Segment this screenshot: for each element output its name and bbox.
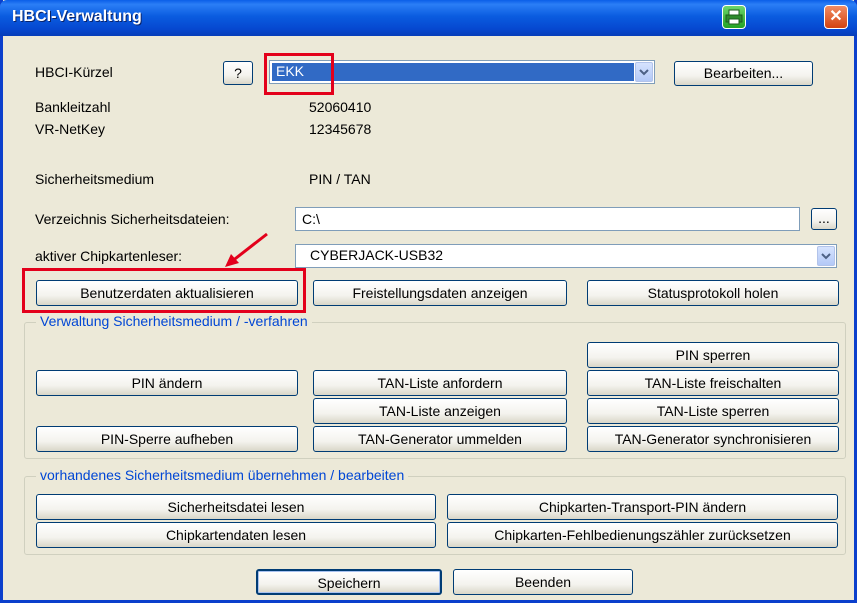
medium-value: PIN / TAN	[309, 171, 371, 187]
kuerzel-label: HBCI-Kürzel	[35, 64, 113, 80]
reset-error-counter-button[interactable]: Chipkarten-Fehlbedienungszähler zurückse…	[447, 522, 838, 548]
save-button[interactable]: Speichern	[256, 569, 442, 595]
netkey-label: VR-NetKey	[35, 121, 106, 137]
pin-change-button[interactable]: PIN ändern	[36, 370, 298, 396]
kuerzel-dropdown-button[interactable]	[635, 62, 653, 82]
annotation-arrow-icon	[225, 232, 268, 267]
hbci-window: HBCI-Verwaltung ✕ HBCI-Kürzel ? EKK Bear…	[0, 0, 857, 603]
dir-label: Verzeichnis Sicherheitsdateien:	[35, 211, 230, 227]
tan-list-unlock-button[interactable]: TAN-Liste freischalten	[587, 370, 839, 396]
tan-list-request-button[interactable]: TAN-Liste anfordern	[313, 370, 567, 396]
tan-list-lock-button[interactable]: TAN-Liste sperren	[587, 398, 839, 424]
close-icon: ✕	[829, 8, 843, 25]
update-user-data-button[interactable]: Benutzerdaten aktualisieren	[36, 280, 298, 306]
blz-value: 52060410	[309, 99, 372, 115]
existing-medium-group-title: vorhandenes Sicherheitsmedium übernehmen…	[36, 467, 409, 483]
close-button[interactable]: Beenden	[453, 569, 633, 595]
title-bar[interactable]: HBCI-Verwaltung ✕	[0, 0, 857, 36]
security-medium-group-title: Verwaltung Sicherheitsmedium / -verfahre…	[36, 313, 312, 329]
show-exemption-data-button[interactable]: Freistellungsdaten anzeigen	[313, 280, 567, 306]
chevron-down-icon	[821, 253, 831, 260]
read-chipcard-data-button[interactable]: Chipkartendaten lesen	[36, 522, 436, 548]
chevron-down-icon	[639, 69, 649, 76]
blz-label: Bankleitzahl	[35, 99, 111, 115]
reader-label: aktiver Chipkartenleser:	[35, 248, 183, 264]
tan-generator-reregister-button[interactable]: TAN-Generator ummelden	[313, 426, 567, 452]
read-security-file-button[interactable]: Sicherheitsdatei lesen	[36, 494, 436, 520]
printer-icon	[725, 9, 743, 25]
window-title: HBCI-Verwaltung	[12, 8, 142, 25]
close-window-button[interactable]: ✕	[824, 5, 848, 29]
change-transport-pin-button[interactable]: Chipkarten-Transport-PIN ändern	[447, 494, 838, 520]
reader-select[interactable]: CYBERJACK-USB32	[295, 244, 837, 268]
tan-list-show-button[interactable]: TAN-Liste anzeigen	[313, 398, 567, 424]
edit-button[interactable]: Bearbeiten...	[674, 61, 813, 86]
dir-input[interactable]: C:\	[295, 207, 800, 231]
tan-generator-sync-button[interactable]: TAN-Generator synchronisieren	[587, 426, 839, 452]
pin-lock-button[interactable]: PIN sperren	[587, 342, 839, 368]
medium-label: Sicherheitsmedium	[35, 171, 155, 187]
pin-unblock-button[interactable]: PIN-Sperre aufheben	[36, 426, 298, 452]
highlight-box-kuerzel	[264, 53, 334, 95]
reader-value: CYBERJACK-USB32	[310, 247, 444, 263]
get-status-log-button[interactable]: Statusprotokoll holen	[587, 280, 839, 306]
print-button[interactable]	[722, 5, 746, 29]
netkey-value: 12345678	[309, 121, 372, 137]
reader-dropdown-button[interactable]	[817, 246, 835, 266]
browse-button[interactable]: ...	[811, 208, 837, 230]
help-button[interactable]: ?	[223, 61, 253, 85]
